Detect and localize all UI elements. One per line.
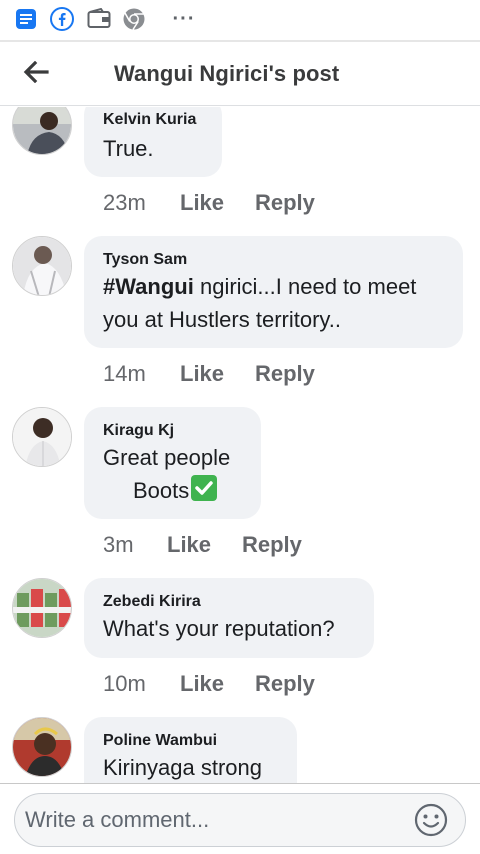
- reply-button[interactable]: Reply: [255, 361, 315, 387]
- comment-bubble[interactable]: Tyson Sam #Wangui ngirici...I need to me…: [84, 236, 463, 348]
- avatar[interactable]: [12, 107, 72, 155]
- reply-button[interactable]: Reply: [255, 190, 315, 216]
- avatar[interactable]: [12, 407, 72, 467]
- comment-placeholder: Write a comment...: [25, 807, 210, 832]
- comment-author[interactable]: Zebedi Kirira: [103, 593, 201, 611]
- check-mark-button-icon: [191, 475, 218, 501]
- comment-time: 23m: [103, 190, 146, 215]
- page-title: Wangui Ngirici's post: [114, 61, 340, 86]
- smiley-icon: [414, 803, 448, 837]
- comment-text-line: Great people: [103, 445, 231, 470]
- comment-author[interactable]: Kelvin Kuria: [103, 111, 196, 129]
- comment-author[interactable]: Kiragu Kj: [103, 422, 174, 440]
- like-button[interactable]: Like: [180, 190, 224, 216]
- comment-text: True.: [103, 136, 154, 161]
- comment-text-line: you at Hustlers territory..: [103, 307, 341, 332]
- avatar[interactable]: [12, 717, 72, 777]
- comment-text: Kirinyaga strong: [103, 755, 262, 780]
- comment-time: 3m: [103, 532, 134, 557]
- wallet-icon: [87, 7, 111, 31]
- reply-button[interactable]: Reply: [255, 671, 315, 697]
- comment-time: 14m: [103, 361, 146, 386]
- like-button[interactable]: Like: [167, 532, 211, 558]
- comment-text-line: Boots: [133, 475, 218, 507]
- facebook-icon: [50, 7, 74, 31]
- comment-author[interactable]: Tyson Sam: [103, 251, 187, 269]
- notes-icon: [14, 7, 38, 31]
- hashtag-link[interactable]: #Wangui: [103, 274, 194, 299]
- avatar[interactable]: [12, 236, 72, 296]
- status-bar: ···: [0, 0, 480, 40]
- comment-author[interactable]: Poline Wambui: [103, 732, 217, 750]
- comment-bubble[interactable]: Zebedi Kirira What's your reputation?: [84, 578, 374, 658]
- comment-composer: Write a comment...: [0, 783, 480, 854]
- comments-feed[interactable]: Kelvin Kuria True. 23m Like Reply Tyson …: [0, 107, 480, 783]
- comment-bubble[interactable]: Kiragu Kj Great people Boots: [84, 407, 261, 519]
- like-button[interactable]: Like: [180, 671, 224, 697]
- comment-bubble[interactable]: Kelvin Kuria True.: [84, 107, 222, 177]
- reply-button[interactable]: Reply: [242, 532, 302, 558]
- chrome-icon: [122, 7, 146, 31]
- arrow-left-icon: [23, 61, 49, 83]
- comment-time: 10m: [103, 671, 146, 696]
- emoji-button[interactable]: [414, 803, 448, 837]
- comment-text: What's your reputation?: [103, 616, 335, 641]
- avatar[interactable]: [12, 578, 72, 638]
- back-button[interactable]: [18, 54, 54, 90]
- header: Wangui Ngirici's post: [0, 40, 480, 106]
- comment-input[interactable]: Write a comment...: [14, 793, 466, 847]
- comment-text-line: #Wangui ngirici...I need to meet: [103, 274, 417, 299]
- like-button[interactable]: Like: [180, 361, 224, 387]
- comment-bubble[interactable]: Poline Wambui Kirinyaga strong: [84, 717, 297, 783]
- more-icon: ···: [172, 7, 196, 30]
